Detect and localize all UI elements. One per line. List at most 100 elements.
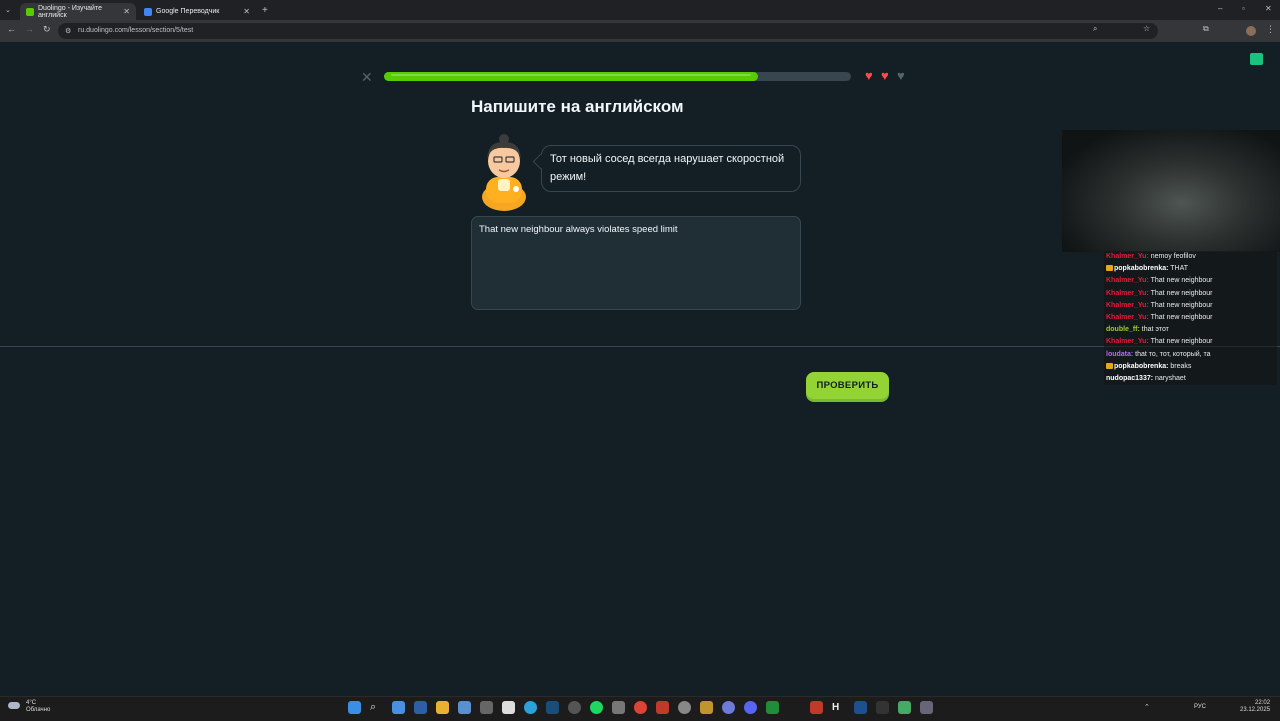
chat-text: naryshaet <box>1153 374 1186 382</box>
chat-username[interactable]: Khalmer_Yu: <box>1106 253 1149 260</box>
chat-username[interactable]: Khalmer_Yu: <box>1106 290 1149 297</box>
chat-message: nudopac1337: naryshaet <box>1104 372 1277 386</box>
back-icon[interactable]: ← <box>7 24 16 34</box>
minimize-icon[interactable]: – <box>1218 4 1222 13</box>
search-icon[interactable]: ⌕ <box>370 701 383 714</box>
tray-chevron-icon[interactable]: ⌃ <box>1144 703 1150 711</box>
app-icon[interactable] <box>678 701 691 714</box>
weather-cloud-icon[interactable] <box>8 702 20 709</box>
chat-text: That new neighbour <box>1148 277 1213 285</box>
heart-icon: ♥ <box>865 68 873 83</box>
language-indicator[interactable]: РУС <box>1194 704 1206 710</box>
check-button[interactable]: ПРОВЕРИТЬ <box>806 372 889 399</box>
profile-avatar[interactable] <box>1246 26 1256 36</box>
chat-text: that то, тот, который, та <box>1133 350 1211 358</box>
chat-message: Khalmer_Yu: That new neighbour <box>1104 336 1277 349</box>
url-text: ru.duolingo.com/lesson/section/5/test <box>78 27 194 34</box>
app-icon[interactable] <box>458 701 471 714</box>
answer-textarea[interactable]: That new neighbour always violates speed… <box>471 216 801 310</box>
chat-message: popkabobrenka: breaks <box>1104 360 1277 373</box>
chat-username[interactable]: Khalmer_Yu: <box>1106 338 1149 345</box>
close-tab-icon[interactable]: ✕ <box>243 7 250 16</box>
extension-badge-icon[interactable] <box>1250 53 1263 65</box>
zoom-icon[interactable]: ⌕ <box>1093 24 1097 34</box>
sub-badge-icon <box>1106 362 1113 369</box>
chatgpt-icon[interactable] <box>568 701 581 714</box>
app-icon[interactable] <box>700 701 713 714</box>
site-info-icon[interactable]: ⚙ <box>65 27 71 35</box>
spotify-icon[interactable] <box>590 701 603 714</box>
bookmark-star-icon[interactable]: ☆ <box>1143 24 1150 33</box>
app-icon[interactable] <box>722 701 735 714</box>
prompt-text: Тот новый сосед всегда нарушает скоростн… <box>550 153 785 183</box>
chat-username[interactable]: popkabobrenka: <box>1114 363 1168 370</box>
chrome-icon[interactable] <box>634 701 647 714</box>
heart-icon: ♥ <box>881 68 889 83</box>
stream-chat: Khalmer_Yu: nemoy feofilov popkabobrenka:… <box>1104 251 1277 386</box>
chat-username[interactable]: nudopac1337: <box>1106 375 1153 382</box>
chat-message: Khalmer_Yu: nemoy feofilov <box>1104 251 1277 264</box>
chat-text: That new neighbour <box>1148 338 1213 346</box>
chat-username[interactable]: Khalmer_Yu: <box>1106 314 1149 321</box>
new-tab-icon[interactable]: + <box>262 5 268 16</box>
close-window-icon[interactable]: ✕ <box>1265 4 1272 13</box>
reload-icon[interactable]: ↻ <box>43 24 51 35</box>
notepad-icon[interactable] <box>502 701 515 714</box>
start-icon[interactable] <box>348 701 361 714</box>
close-lesson-icon[interactable]: ✕ <box>361 69 373 86</box>
maximize-icon[interactable]: ▫ <box>1242 4 1245 13</box>
translate-favicon-icon <box>144 7 152 16</box>
app-icon[interactable] <box>810 701 823 714</box>
chat-text: nemoy feofilov <box>1148 253 1196 260</box>
app-icon[interactable] <box>898 701 911 714</box>
weather-widget[interactable]: 4°C Облачно <box>26 700 50 714</box>
discord-icon[interactable] <box>744 701 757 714</box>
footer-divider <box>0 346 1280 347</box>
chat-text: that этот <box>1139 326 1169 334</box>
forward-icon[interactable]: → <box>25 24 34 34</box>
tab-search-icon[interactable]: ⌄ <box>5 6 11 14</box>
menu-icon[interactable]: ⋮ <box>1266 24 1275 35</box>
tab-duolingo[interactable]: Duolingo - Изучайте английск ✕ <box>20 3 136 20</box>
extensions-icon[interactable]: ⧉ <box>1203 24 1209 34</box>
widgets-icon[interactable] <box>392 701 405 714</box>
chat-message: Khalmer_Yu: That new neighbour <box>1104 287 1277 300</box>
chat-username[interactable]: popkabobrenka: <box>1114 265 1168 272</box>
tab-title: Google Переводчик <box>156 8 220 15</box>
chat-username[interactable]: double_ff: <box>1106 326 1140 333</box>
app-icon[interactable] <box>480 701 493 714</box>
chat-text: THAT <box>1168 265 1189 273</box>
vscode-icon[interactable] <box>854 701 867 714</box>
chat-message: popkabobrenka: THAT <box>1104 263 1277 276</box>
app-icon[interactable]: H <box>832 701 845 714</box>
excel-icon[interactable] <box>766 701 779 714</box>
app-icon[interactable] <box>414 701 427 714</box>
address-bar[interactable] <box>58 23 1158 39</box>
chat-username[interactable]: Khalmer_Yu: <box>1106 302 1149 309</box>
file-explorer-icon[interactable] <box>436 701 449 714</box>
app-icon[interactable] <box>656 701 669 714</box>
close-tab-icon[interactable]: ✕ <box>123 7 130 16</box>
clock-date: 23.12.2025 <box>1240 707 1271 713</box>
chat-text: That new neighbour <box>1148 313 1213 321</box>
duolingo-favicon-icon <box>26 7 34 16</box>
character-lily-icon <box>482 134 526 211</box>
chat-text: That new neighbour <box>1148 289 1213 297</box>
telegram-icon[interactable] <box>524 701 537 714</box>
chat-message: Khalmer_Yu: That new neighbour <box>1104 299 1277 312</box>
webcam-overlay <box>1062 130 1280 252</box>
settings-icon[interactable] <box>920 701 933 714</box>
chat-username[interactable]: Khalmer_Yu: <box>1106 277 1149 284</box>
chat-message: loudata: that то, тот, который, та <box>1104 348 1277 361</box>
tab-google-translate[interactable]: Google Переводчик ✕ <box>138 3 256 20</box>
progress-bar-fill <box>384 72 758 81</box>
tab-title: Duolingo - Изучайте английск <box>38 4 102 19</box>
clock[interactable]: 22:02 23.12.2025 <box>1240 700 1270 714</box>
chat-message: Khalmer_Yu: That new neighbour <box>1104 311 1277 325</box>
chat-username[interactable]: loudata: <box>1106 351 1133 358</box>
app-icon[interactable] <box>612 701 625 714</box>
steam-icon[interactable] <box>546 701 559 714</box>
weather-text: Облачно <box>26 707 51 713</box>
chat-text: breaks <box>1168 362 1192 370</box>
terminal-icon[interactable] <box>876 701 889 714</box>
